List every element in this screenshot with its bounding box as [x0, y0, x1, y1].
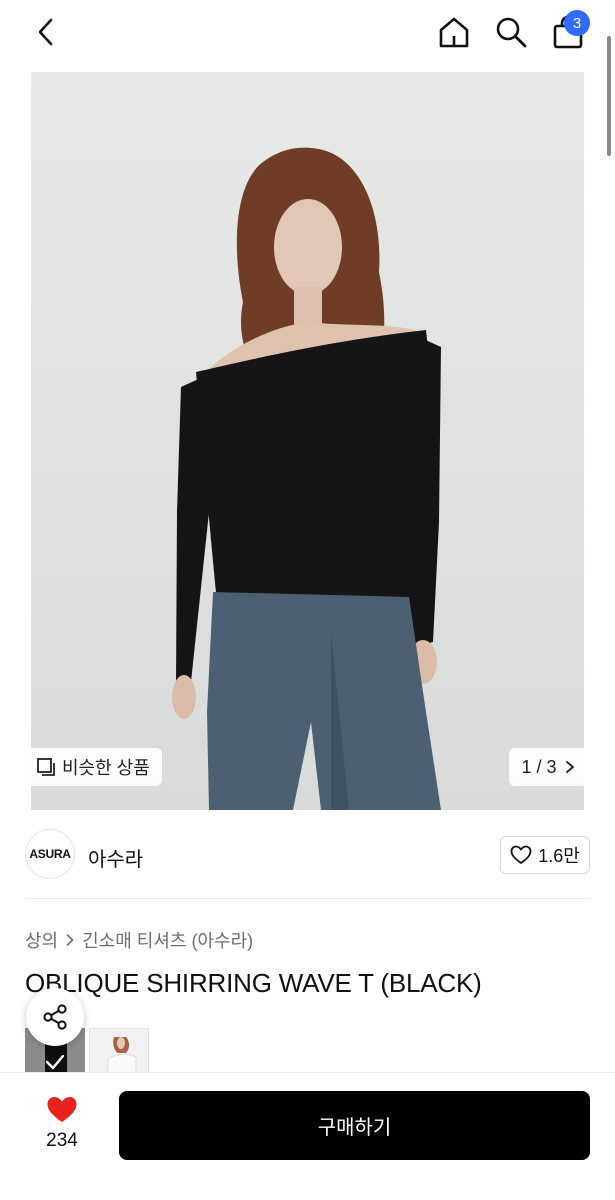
brand-like-button[interactable]: 1.6만: [500, 836, 590, 874]
similar-items-label: 비슷한 상품: [62, 758, 150, 778]
brand-name[interactable]: 아수라: [88, 843, 143, 872]
buy-button[interactable]: 구매하기: [119, 1091, 590, 1160]
chevron-right-icon: [66, 934, 74, 946]
divider: [25, 898, 590, 899]
product-image[interactable]: [31, 72, 584, 810]
heart-filled-icon: [47, 1096, 77, 1122]
brand-like-count: 1.6만: [538, 846, 580, 866]
back-button[interactable]: [28, 12, 64, 52]
color-option-white[interactable]: [89, 1028, 149, 1074]
brand-logo[interactable]: ASURA: [25, 829, 75, 879]
share-button[interactable]: [26, 988, 84, 1046]
model-photo: [31, 72, 584, 810]
home-icon: [439, 17, 469, 48]
breadcrumb: 상의 긴소매 티셔츠 (아수라): [25, 927, 253, 953]
color-thumbnail-image: [90, 1029, 148, 1073]
search-icon: [496, 17, 527, 48]
breadcrumb-category[interactable]: 상의: [25, 927, 58, 953]
product-title: OBLIQUE SHIRRING WAVE T (BLACK): [25, 968, 482, 998]
image-pager-text: 1 / 3: [521, 756, 557, 777]
top-navigation-bar: 3: [0, 0, 615, 66]
chevron-left-icon: [38, 18, 53, 46]
cart-count-badge: 3: [564, 10, 590, 36]
search-button[interactable]: [491, 12, 531, 52]
similar-items-button[interactable]: 비슷한 상품: [26, 748, 162, 786]
chevron-right-icon: [565, 761, 574, 773]
image-pager[interactable]: 1 / 3: [509, 748, 587, 786]
scrollbar[interactable]: [607, 36, 611, 156]
heart-outline-icon: [510, 845, 532, 864]
breadcrumb-subcategory[interactable]: 긴소매 티셔츠 (아수라): [82, 927, 253, 953]
home-button[interactable]: [434, 12, 474, 52]
share-icon: [43, 1004, 67, 1030]
brand-logo-text: ASURA: [29, 847, 71, 861]
wishlist-button[interactable]: [36, 1094, 88, 1124]
wishlist-count: 234: [46, 1130, 78, 1151]
similar-items-icon: [37, 758, 55, 776]
